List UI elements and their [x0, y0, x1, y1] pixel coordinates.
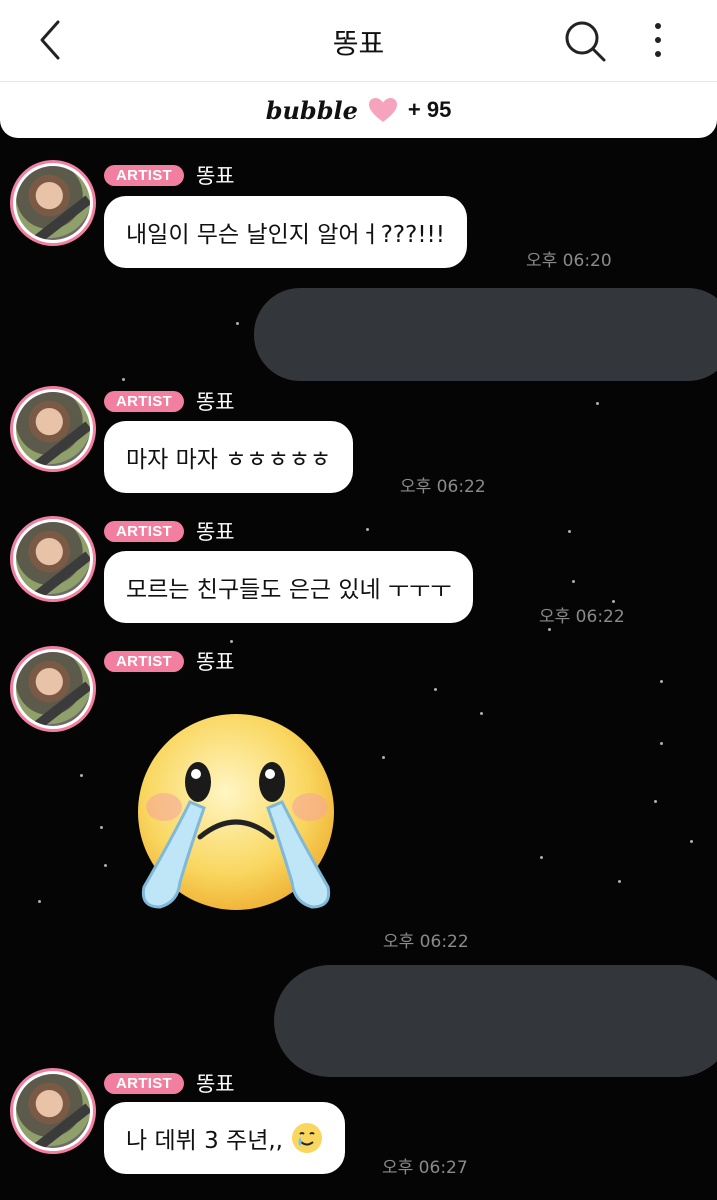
avatar[interactable] [10, 160, 96, 246]
heart-icon [368, 98, 397, 122]
message-text: 모르는 친구들도 은근 있네 ㅜㅜㅜ [126, 577, 452, 603]
bubble-count-bar[interactable]: bubble + 95 [0, 82, 717, 138]
artist-badge: ARTIST [104, 1072, 184, 1094]
sender-name: 똥표 [195, 164, 235, 188]
avatar[interactable] [10, 386, 96, 472]
message-bubble[interactable]: 내일이 무슨 날인지 알어ㅓ???!!! [104, 196, 467, 268]
crying-face-icon[interactable] [130, 712, 342, 914]
chat-title: 똥표 [332, 27, 385, 60]
artist-badge: ARTIST [104, 390, 184, 412]
sender-name: 똥표 [195, 390, 235, 414]
sender-name: 똥표 [195, 520, 235, 544]
message-bubble[interactable]: 나 데뷔 3 주년,, [104, 1102, 345, 1174]
star [236, 322, 239, 325]
avatar[interactable] [10, 516, 96, 602]
artist-badge: ARTIST [104, 650, 184, 672]
message-time: 오후 06:22 [383, 932, 469, 952]
sender-name: 똥표 [195, 650, 235, 674]
avatar[interactable] [10, 646, 96, 732]
avatar[interactable] [10, 1068, 96, 1154]
message-time: 오후 06:22 [539, 607, 625, 627]
message-group: ARTIST 똥표 나 데뷔 3 주년,, 오후 06:27 [0, 1066, 717, 1200]
star [122, 378, 125, 381]
more-vertical-icon [655, 23, 661, 57]
message-text: 내일이 무슨 날인지 알어ㅓ???!!! [126, 222, 445, 248]
artist-badge: ARTIST [104, 520, 184, 542]
message-group: ARTIST 똥표 내일이 무슨 날인지 알어ㅓ???!!! 오후 06:20 [0, 158, 717, 278]
message-group: ARTIST 똥표 오후 06:22 [0, 644, 717, 954]
message-bubble[interactable]: 마자 마자 ㅎㅎㅎㅎㅎ [104, 421, 354, 493]
smiling-tear-icon [292, 1123, 322, 1153]
search-icon [565, 21, 606, 62]
chat-header: 똥표 [0, 0, 717, 82]
message-group: ARTIST 똥표 마자 마자 ㅎㅎㅎㅎㅎ 오후 06:22 [0, 384, 717, 504]
message-time: 오후 06:22 [400, 477, 486, 497]
message-group: ARTIST 똥표 모르는 친구들도 은근 있네 ㅜㅜㅜ 오후 06:22 [0, 514, 717, 634]
message-bubble[interactable]: 모르는 친구들도 은근 있네 ㅜㅜㅜ [104, 551, 474, 623]
more-options-button[interactable] [640, 16, 676, 64]
message-text: 마자 마자 ㅎㅎㅎㅎㅎ [126, 447, 332, 473]
search-button[interactable] [562, 18, 608, 64]
bubble-count: + 95 [407, 97, 452, 122]
sent-message-bubble[interactable] [254, 288, 717, 381]
message-time: 오후 06:20 [526, 251, 612, 271]
star [230, 640, 233, 643]
message-text: 나 데뷔 3 주년,, [126, 1128, 283, 1154]
message-time: 오후 06:27 [382, 1158, 468, 1178]
bubble-logo: bubble [265, 95, 358, 125]
sent-message-bubble[interactable] [274, 965, 717, 1077]
artist-badge: ARTIST [104, 164, 184, 186]
sender-name: 똥표 [195, 1072, 235, 1096]
